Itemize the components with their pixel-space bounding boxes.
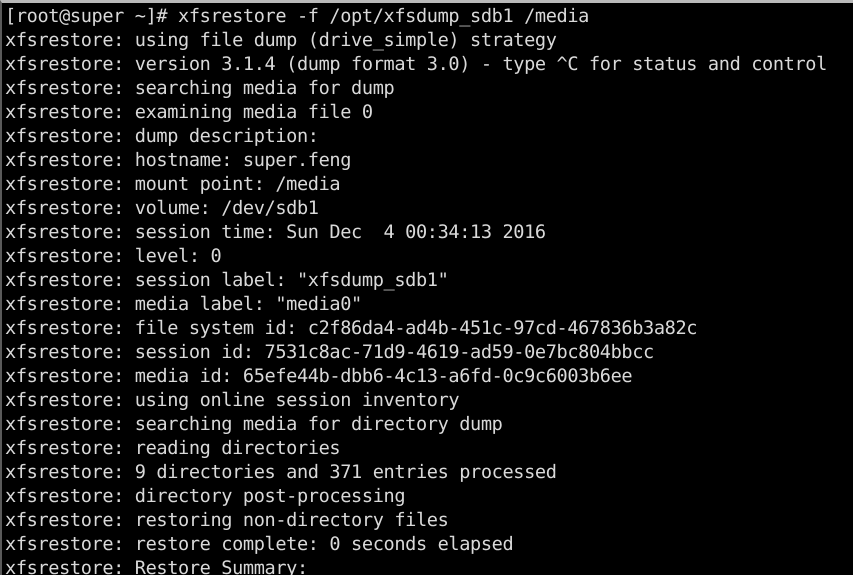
terminal-output-line: xfsrestore: dump description: [5, 126, 319, 147]
terminal-output-line: xfsrestore: media id: 65efe44b-dbb6-4c13… [5, 366, 633, 387]
terminal-output-line: xfsrestore: restore complete: 0 seconds … [5, 534, 514, 555]
terminal-output-line: xfsrestore: reading directories [5, 438, 341, 459]
terminal-output-line: xfsrestore: file system id: c2f86da4-ad4… [5, 318, 698, 339]
terminal-output-line: xfsrestore: hostname: super.feng [5, 150, 352, 171]
terminal-output-line: xfsrestore: using file dump (drive_simpl… [5, 30, 557, 51]
terminal-output-line: xfsrestore: media label: "media0" [5, 294, 362, 315]
terminal-output-line: xfsrestore: restoring non-directory file… [5, 510, 449, 531]
terminal-prompt-line: [root@super ~]# xfsrestore -f /opt/xfsdu… [5, 6, 589, 27]
terminal-output-line: xfsrestore: searching media for dump [5, 78, 395, 99]
terminal-output-line: xfsrestore: volume: /dev/sdb1 [5, 198, 319, 219]
terminal-output-line: xfsrestore: using online session invento… [5, 390, 460, 411]
terminal-output-area[interactable]: [root@super ~]# xfsrestore -f /opt/xfsdu… [2, 3, 853, 575]
terminal-output-line: xfsrestore: session id: 7531c8ac-71d9-46… [5, 342, 654, 363]
terminal-output-line: xfsrestore: session label: "xfsdump_sdb1… [5, 270, 449, 291]
terminal-output-line: xfsrestore: searching media for director… [5, 414, 503, 435]
terminal-output-line: xfsrestore: version 3.1.4 (dump format 3… [5, 54, 827, 75]
terminal-output-line: xfsrestore: level: 0 [5, 246, 222, 267]
terminal-output-line: xfsrestore: 9 directories and 371 entrie… [5, 462, 557, 483]
terminal-output-line: xfsrestore: examining media file 0 [5, 102, 373, 123]
terminal-window[interactable]: [root@super ~]# xfsrestore -f /opt/xfsdu… [0, 0, 853, 575]
terminal-output-line: xfsrestore: mount point: /media [5, 174, 341, 195]
terminal-output-line: xfsrestore: session time: Sun Dec 4 00:3… [5, 222, 546, 243]
terminal-output-line: xfsrestore: Restore Summary: [5, 558, 308, 575]
terminal-output-line: xfsrestore: directory post-processing [5, 486, 406, 507]
